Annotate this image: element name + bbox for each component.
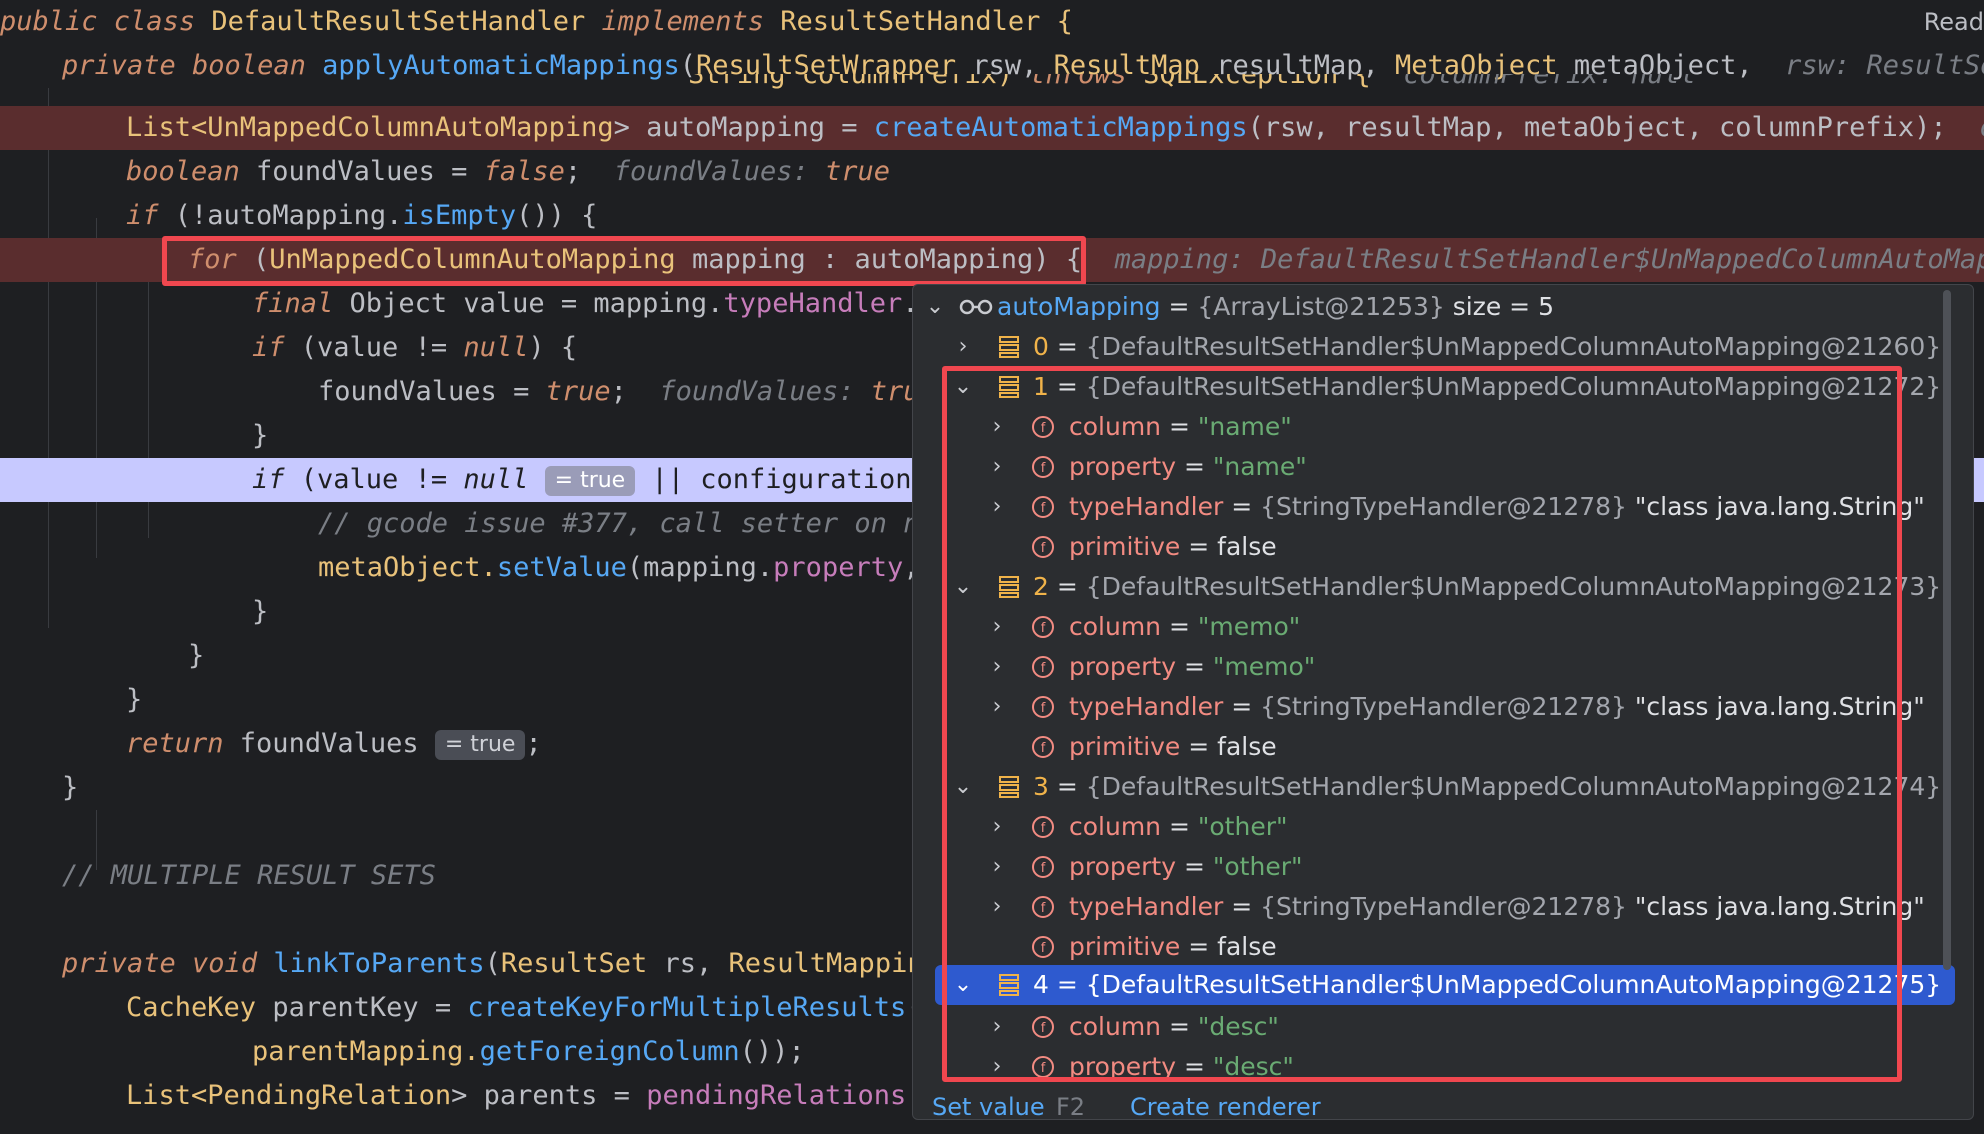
reader-mode-toggle[interactable]: Read	[1924, 8, 1984, 36]
chevron-right-icon[interactable]: ›	[951, 327, 975, 367]
for-loop-highlight-box	[162, 236, 1086, 286]
mappings-highlight-box	[942, 366, 1902, 1082]
tree-node-root[interactable]: ⌄ autoMapping = {ArrayList@21253} size =…	[913, 287, 1973, 327]
chevron-down-icon[interactable]: ⌄	[923, 287, 947, 327]
code-line-breakpoint[interactable]: List<UnMappedColumnAutoMapping> autoMapp…	[0, 106, 1984, 150]
code-line[interactable]: public class DefaultResultSetHandler imp…	[0, 0, 1984, 44]
popup-scrollbar[interactable]	[1943, 290, 1951, 970]
code-line[interactable]: String columnPrefix) throws SQLException…	[0, 74, 1984, 100]
list-element-icon	[999, 336, 1019, 358]
create-renderer-link[interactable]: Create renderer	[1130, 1080, 1321, 1134]
tree-node-item-0[interactable]: › 0 = {DefaultResultSetHandler$UnMappedC…	[913, 327, 1973, 367]
set-value-link[interactable]: Set value	[932, 1080, 1045, 1134]
set-value-shortcut: F2	[1056, 1093, 1086, 1121]
code-line[interactable]: boolean foundValues = false; foundValues…	[0, 150, 1984, 194]
popup-footer: Set value F2 Create renderer	[912, 1080, 1972, 1121]
watch-glasses-icon	[959, 299, 993, 315]
code-line[interactable]: if (!autoMapping.isEmpty()) {	[0, 194, 1984, 238]
